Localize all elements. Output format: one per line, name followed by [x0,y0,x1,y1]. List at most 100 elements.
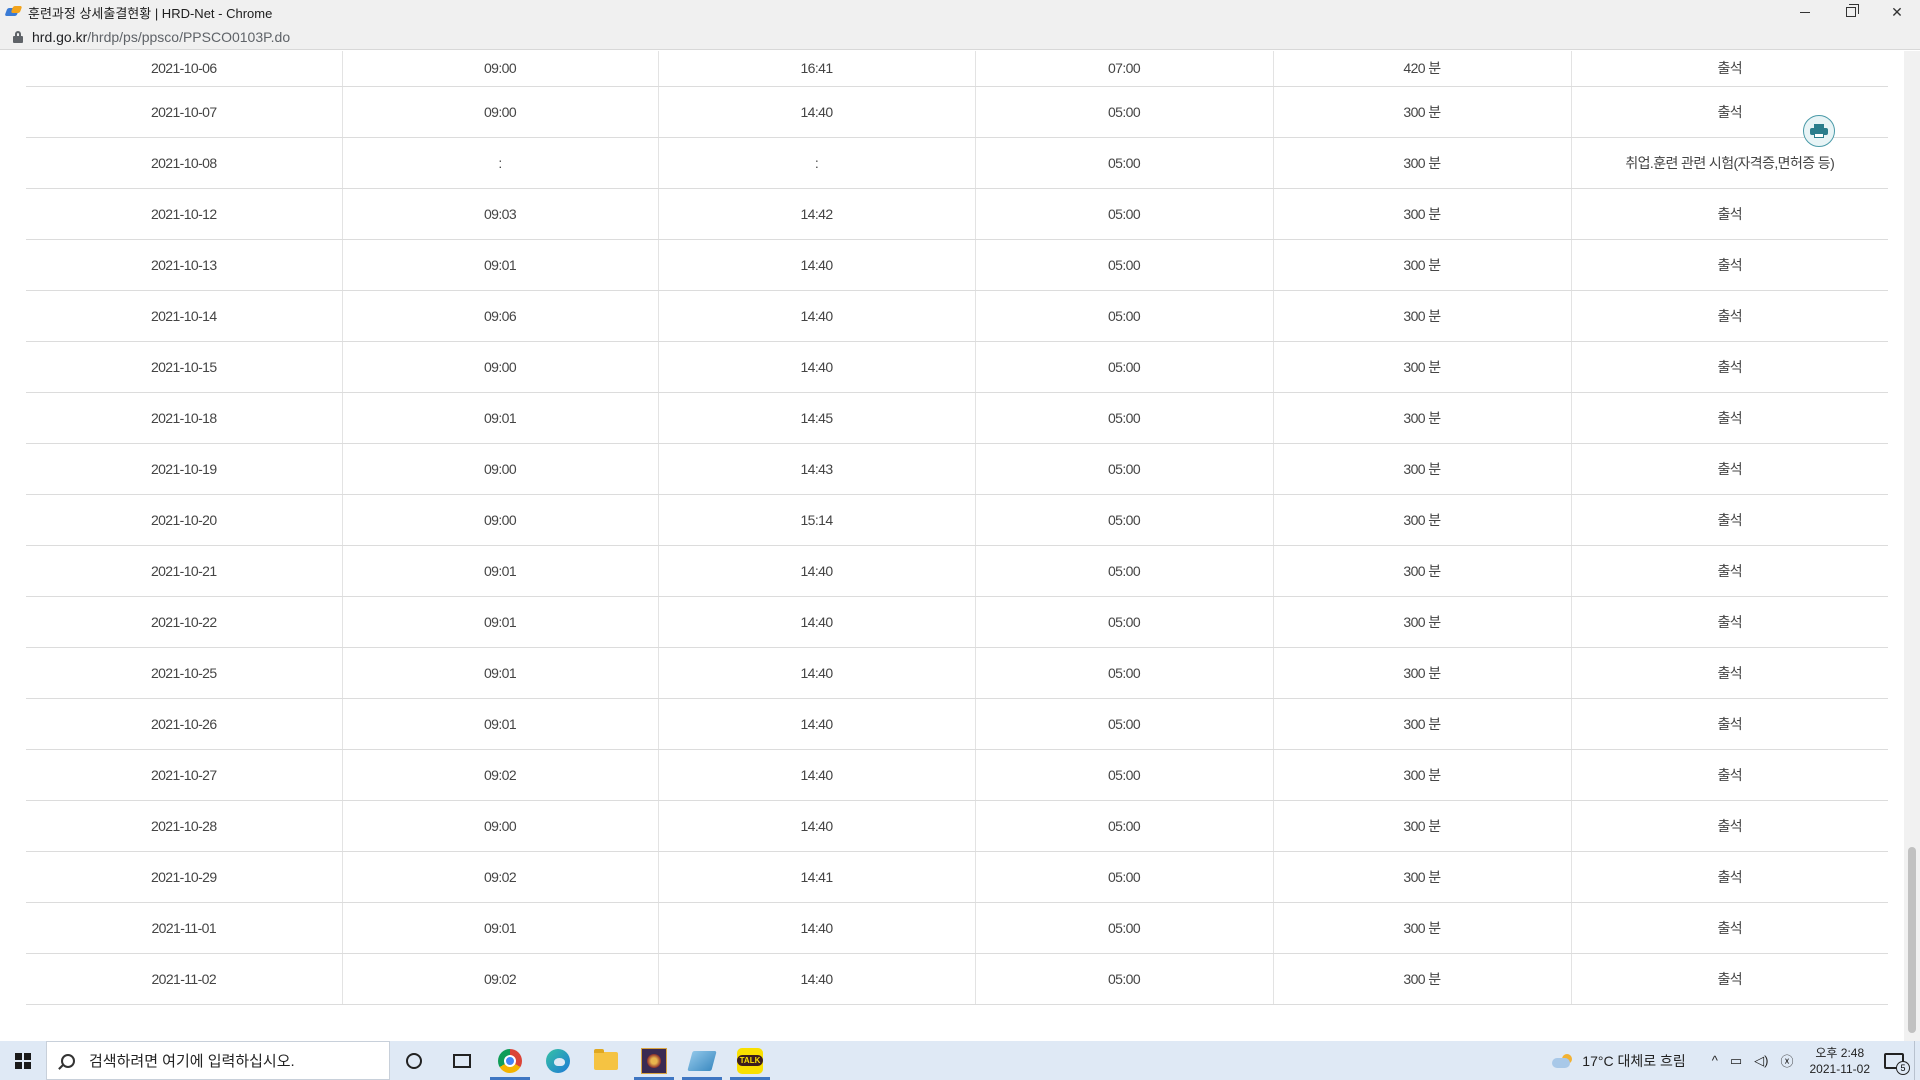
taskbar-app-kakaotalk[interactable]: TALK [726,1041,774,1080]
table-row: 2021-10-14 09:06 14:40 05:00 300 분 출석 [26,290,1888,342]
file-explorer-icon [594,1048,618,1070]
status-cell: 출석 [1571,749,1888,801]
close-button[interactable]: ✕ [1874,0,1920,24]
game-icon [641,1047,667,1074]
table-row: 2021-11-02 09:02 14:40 05:00 300 분 출석 [26,953,1888,1005]
table-row: 2021-11-01 09:01 14:40 05:00 300 분 출석 [26,902,1888,954]
taskbar-app-notepad[interactable] [678,1041,726,1080]
windows-logo-icon [15,1052,31,1069]
taskbar-app-file-explorer[interactable] [582,1041,630,1080]
taskbar-search-box[interactable]: 검색하려면 여기에 입력하십시오. [46,1041,390,1080]
date-cell: 2021-10-22 [26,596,343,648]
edge-icon [546,1048,570,1073]
attendance-table-body: 2021-10-06 09:00 16:41 07:00 420 분 출석 2021-10-… [26,51,1888,1005]
hours-cell: 05:00 [975,647,1274,699]
minutes-cell: 300 분 [1273,239,1572,291]
check-in-cell: 09:00 [342,341,659,393]
window-controls: ✕ [1782,0,1920,24]
chevron-up-icon[interactable]: ^ [1712,1053,1718,1068]
status-cell: 출석 [1571,851,1888,903]
status-cell: 출석 [1571,647,1888,699]
status-cell: 출석 [1571,953,1888,1005]
url-text[interactable]: hrd.go.kr/hrdp/ps/ppsco/PPSCO0103P.do [32,29,290,45]
hours-cell: 05:00 [975,698,1274,750]
show-desktop-button[interactable] [1914,1041,1920,1080]
check-in-cell: 09:00 [342,443,659,495]
weather-cloudy-icon[interactable] [1552,1053,1574,1068]
table-row: 2021-10-13 09:01 14:40 05:00 300 분 출석 [26,239,1888,291]
table-row: 2021-10-06 09:00 16:41 07:00 420 분 출석 [26,51,1888,87]
minutes-cell: 300 분 [1273,341,1572,393]
address-bar[interactable]: hrd.go.kr/hrdp/ps/ppsco/PPSCO0103P.do [0,24,1920,50]
table-row: 2021-10-19 09:00 14:43 05:00 300 분 출석 [26,443,1888,495]
status-cell: 출석 [1571,290,1888,342]
hours-cell: 05:00 [975,749,1274,801]
table-row: 2021-10-21 09:01 14:40 05:00 300 분 출석 [26,545,1888,597]
hours-cell: 05:00 [975,596,1274,648]
minutes-cell: 300 분 [1273,392,1572,444]
date-cell: 2021-11-02 [26,953,343,1005]
window-titlebar: 훈련과정 상세출결현황 | HRD-Net - Chrome ✕ [0,0,1920,24]
windows-taskbar: 검색하려면 여기에 입력하십시오. TALK 17°C 대체로 흐림 ^ ▭ ◁… [0,1041,1920,1080]
restore-button[interactable] [1828,0,1874,24]
network-icon[interactable]: ▭ [1730,1053,1742,1069]
taskbar-app-edge[interactable] [534,1041,582,1080]
taskbar-app-chrome[interactable] [486,1041,534,1080]
hours-cell: 05:00 [975,443,1274,495]
date-cell: 2021-10-20 [26,494,343,546]
status-cell: 출석 [1571,596,1888,648]
hours-cell: 05:00 [975,86,1274,138]
url-path: /hrdp/ps/ppsco/PPSCO0103P.do [87,28,291,45]
minimize-icon [1800,11,1810,13]
action-center-icon[interactable]: 5 [1884,1052,1910,1075]
kakaotalk-icon: TALK [736,1047,764,1074]
minutes-cell: 300 분 [1273,902,1572,954]
status-cell: 출석 [1571,239,1888,291]
start-button[interactable] [0,1041,46,1080]
check-in-cell: 09:01 [342,647,659,699]
hours-cell: 05:00 [975,953,1274,1005]
hours-cell: 05:00 [975,341,1274,393]
check-in-cell: 09:01 [342,239,659,291]
minimize-button[interactable] [1782,0,1828,24]
table-row: 2021-10-29 09:02 14:41 05:00 300 분 출석 [26,851,1888,903]
minutes-cell: 300 분 [1273,647,1572,699]
minutes-cell: 300 분 [1273,290,1572,342]
task-view-button[interactable] [438,1041,486,1080]
table-row: 2021-10-12 09:03 14:42 05:00 300 분 출석 [26,188,1888,240]
table-row: 2021-10-28 09:00 14:40 05:00 300 분 출석 [26,800,1888,852]
taskbar-app-game[interactable] [630,1041,678,1080]
date-cell: 2021-10-18 [26,392,343,444]
check-in-cell: 09:01 [342,698,659,750]
hours-cell: 05:00 [975,851,1274,903]
check-in-cell: 09:01 [342,545,659,597]
date-cell: 2021-10-06 [26,51,343,87]
print-button[interactable] [1803,115,1835,147]
hours-cell: 05:00 [975,188,1274,240]
minutes-cell: 300 분 [1273,698,1572,750]
check-in-cell: 09:02 [342,851,659,903]
close-icon: ✕ [1891,3,1903,20]
volume-icon[interactable]: ◁) [1754,1053,1768,1069]
status-cell: 출석 [1571,86,1888,138]
check-out-cell: 15:14 [658,494,976,546]
check-in-cell: 09:00 [342,51,659,87]
scrollbar-thumb[interactable] [1908,847,1916,1033]
date-cell: 2021-10-28 [26,800,343,852]
check-out-cell: 14:40 [658,749,976,801]
lock-icon[interactable] [13,30,23,43]
status-cell: 출석 [1571,392,1888,444]
cortana-button[interactable] [390,1041,438,1080]
date-cell: 2021-10-12 [26,188,343,240]
restore-icon [1846,4,1859,17]
status-cell: 취업.훈련 관련 시험(자격증,면허증 등) [1571,137,1888,189]
check-out-cell: : [658,137,976,189]
status-x-icon[interactable]: ⓧ [1780,1051,1793,1070]
clock[interactable]: 오후 2:48 2021-11-02 [1810,1045,1871,1077]
table-row: 2021-10-15 09:00 14:40 05:00 300 분 출석 [26,341,1888,393]
minutes-cell: 300 분 [1273,749,1572,801]
weather-text[interactable]: 17°C 대체로 흐림 [1582,1051,1685,1071]
vertical-scrollbar[interactable] [1904,51,1920,1041]
hours-cell: 05:00 [975,137,1274,189]
date-cell: 2021-10-13 [26,239,343,291]
